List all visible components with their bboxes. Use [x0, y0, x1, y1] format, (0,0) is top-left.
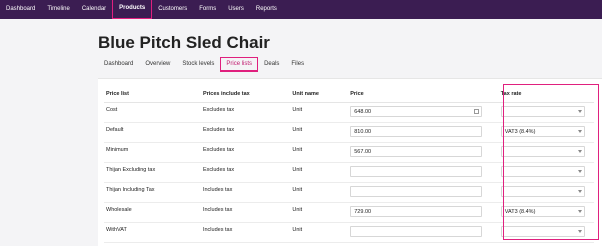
- chevron-down-icon: [577, 230, 582, 233]
- price-input[interactable]: 729.00: [350, 206, 483, 217]
- price-value: 567.00: [354, 149, 372, 155]
- table-row: Thijan Including Tax Includes tax Unit: [104, 182, 594, 203]
- tab-overview[interactable]: Overview: [139, 58, 176, 70]
- price-cell: 729.00: [348, 202, 499, 223]
- price-cell: 567.00: [348, 142, 499, 163]
- price-cell: [348, 162, 499, 183]
- price-value: 729.00: [354, 209, 372, 215]
- price-list-name: Minimum: [104, 142, 201, 163]
- price-lists-panel: Price list Prices include tax Unit name …: [98, 78, 602, 246]
- price-input[interactable]: 567.00: [350, 146, 483, 157]
- price-input[interactable]: [350, 186, 483, 197]
- tax-rate-cell: VAT3 (8.4%): [498, 202, 594, 223]
- price-input[interactable]: 648.00: [350, 106, 483, 117]
- tab-deals[interactable]: Deals: [258, 58, 285, 70]
- price-input[interactable]: [350, 166, 483, 177]
- tax-mode: Excludes tax: [200, 142, 291, 163]
- price-list-name: WithVAT: [104, 222, 201, 243]
- price-cell: 810.00: [348, 122, 499, 143]
- table-row: Cost Excludes tax Unit 648.00: [104, 102, 594, 123]
- price-cell: 648.00: [348, 102, 499, 123]
- price-cell: [348, 182, 499, 203]
- header-price: Price: [348, 87, 499, 103]
- tab-price-lists[interactable]: Price lists: [220, 56, 259, 72]
- price-list-name: Default: [104, 122, 201, 143]
- nav-item-dashboard[interactable]: Dashboard: [0, 0, 41, 19]
- price-input[interactable]: 810.00: [350, 126, 483, 137]
- table-row: Minimum Excludes tax Unit 567.00: [104, 142, 594, 163]
- tax-rate-cell: [498, 182, 594, 203]
- unit-name: Unit: [290, 122, 349, 143]
- tax-rate-select[interactable]: [500, 166, 585, 177]
- price-list-name: Thijan Excluding tax: [104, 162, 201, 183]
- unit-name: Unit: [290, 142, 349, 163]
- nav-item-reports[interactable]: Reports: [250, 0, 283, 19]
- header-prices-include-tax: Prices include tax: [200, 87, 291, 103]
- table-row: Wholesale Includes tax Unit 729.00 VAT3 …: [104, 202, 594, 223]
- header-unit-name: Unit name: [290, 87, 349, 103]
- tax-mode: Excludes tax: [200, 162, 291, 183]
- nav-item-calendar[interactable]: Calendar: [76, 0, 112, 19]
- tax-rate-cell: VAT3 (8.4%): [498, 122, 594, 143]
- chevron-down-icon: [577, 190, 582, 193]
- price-value: 648.00: [354, 109, 372, 115]
- price-list-name: Thijan Including Tax: [104, 182, 201, 203]
- header-tax-rate: Tax rate: [498, 87, 594, 103]
- table-header-row: Price list Prices include tax Unit name …: [104, 87, 594, 103]
- price-list-name: Cost: [104, 102, 201, 123]
- nav-item-forms[interactable]: Forms: [193, 0, 222, 19]
- unit-name: Unit: [290, 182, 349, 203]
- tax-rate-cell: [498, 142, 594, 163]
- tax-rate-select[interactable]: [500, 146, 585, 157]
- unit-name: Unit: [290, 222, 349, 243]
- table-row: WithVAT Includes tax Unit: [104, 222, 594, 243]
- tax-mode: Excludes tax: [200, 102, 291, 123]
- tax-mode: Includes tax: [200, 222, 291, 243]
- tax-rate-select[interactable]: [500, 106, 585, 117]
- nav-item-users[interactable]: Users: [222, 0, 250, 19]
- price-input[interactable]: [350, 226, 483, 237]
- calculator-icon[interactable]: [474, 109, 480, 114]
- tax-mode: Excludes tax: [200, 122, 291, 143]
- tax-mode: Includes tax: [200, 182, 291, 203]
- tab-dashboard[interactable]: Dashboard: [98, 58, 139, 70]
- unit-name: Unit: [290, 162, 349, 183]
- nav-item-products[interactable]: Products: [112, 0, 153, 19]
- tax-rate-cell: [498, 222, 594, 243]
- tax-rate-cell: [498, 102, 594, 123]
- tax-rate-select[interactable]: [500, 226, 585, 237]
- tax-rate-cell: [498, 162, 594, 183]
- nav-item-customers[interactable]: Customers: [152, 0, 193, 19]
- table-row: Default Excludes tax Unit 810.00 VAT3 (8…: [104, 122, 594, 143]
- tax-rate-value: VAT3 (8.4%): [504, 209, 536, 215]
- price-list-name: Wholesale: [104, 202, 201, 223]
- price-cell: [348, 222, 499, 243]
- tab-stock-levels[interactable]: Stock levels: [176, 58, 220, 70]
- page-title: Blue Pitch Sled Chair: [98, 33, 270, 52]
- tax-rate-select[interactable]: [500, 186, 585, 197]
- product-subtabs: Dashboard Overview Stock levels Price li…: [98, 56, 310, 72]
- chevron-down-icon: [577, 130, 582, 133]
- nav-item-timeline[interactable]: Timeline: [41, 0, 75, 19]
- unit-name: Unit: [290, 202, 349, 223]
- tax-rate-select[interactable]: VAT3 (8.4%): [500, 126, 585, 137]
- table-row: Thijan Excluding tax Excludes tax Unit: [104, 162, 594, 183]
- chevron-down-icon: [577, 110, 582, 113]
- tab-files[interactable]: Files: [285, 58, 310, 70]
- chevron-down-icon: [577, 150, 582, 153]
- chevron-down-icon: [577, 170, 582, 173]
- tax-rate-value: VAT3 (8.4%): [504, 129, 536, 135]
- chevron-down-icon: [577, 210, 582, 213]
- tax-mode: Includes tax: [200, 202, 291, 223]
- top-nav: Dashboard Timeline Calendar Products Cus…: [0, 0, 602, 19]
- header-price-list: Price list: [104, 87, 201, 103]
- price-value: 810.00: [354, 129, 372, 135]
- unit-name: Unit: [290, 102, 349, 123]
- price-lists-table: Price list Prices include tax Unit name …: [104, 87, 594, 243]
- tax-rate-select[interactable]: VAT3 (8.4%): [500, 206, 585, 217]
